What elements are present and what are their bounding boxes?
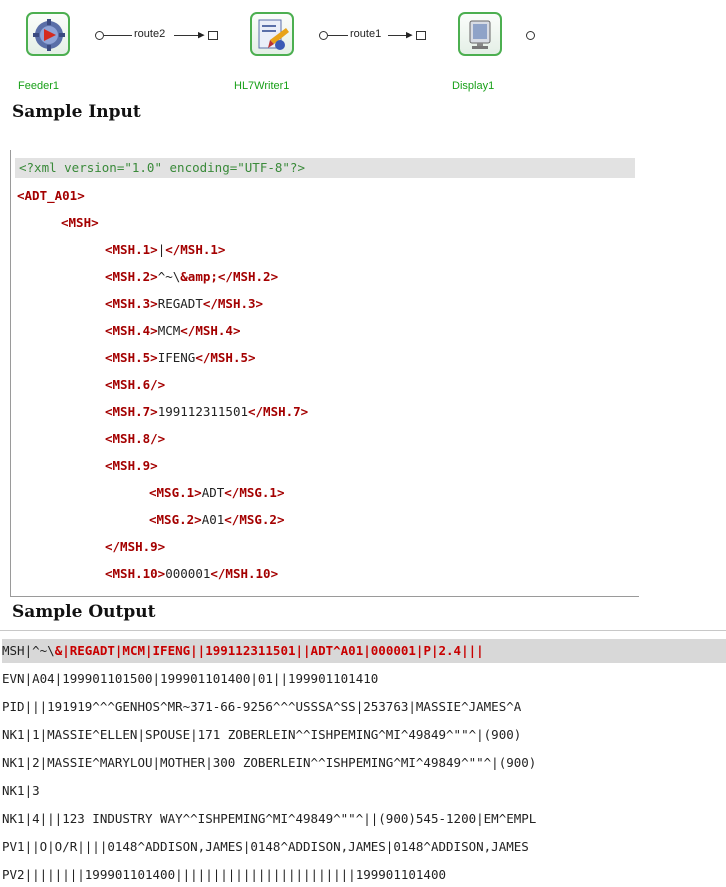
xml-tag: <MSH.2> (105, 269, 158, 284)
xml-tag: <MSH.8/> (105, 431, 166, 446)
input-port-icon[interactable] (208, 31, 218, 40)
xml-tag: </MSH.3> (202, 296, 264, 311)
xml-tag: <ADT_A01> (17, 188, 85, 203)
xml-tag: <MSH.6/> (105, 377, 166, 392)
route-label[interactable]: route1 (350, 28, 381, 40)
xml-text: REGADT (157, 296, 203, 311)
output-line: NK1|1|MASSIE^ELLEN|SPOUSE|171 ZOBERLEIN^… (2, 727, 522, 742)
output-segment: MSH|^~\ (2, 643, 55, 658)
xml-line: <MSH.1>|</MSH.1> (105, 240, 225, 260)
sample-input-heading: Sample Input (12, 102, 141, 122)
xml-tag: <MSH.3> (105, 296, 158, 311)
xml-tag: <MSH.9> (105, 458, 158, 473)
xml-tag: </MSH.4> (180, 323, 241, 338)
output-line: NK1|4|||123 INDUSTRY WAY^^ISHPEMING^MI^4… (2, 811, 537, 826)
output-highlight: &|REGADT|MCM|IFENG||199112311501||ADT^A0… (54, 643, 484, 658)
xml-text: IFENG (157, 350, 196, 365)
xml-line: <MSH> (61, 213, 99, 233)
xml-text: ADT (201, 485, 225, 500)
input-port-icon[interactable] (416, 31, 426, 40)
xml-text: 000001 (165, 566, 211, 581)
xml-input-panel[interactable]: <?xml version="1.0" encoding="UTF-8"?> <… (10, 150, 639, 597)
hl7-output-panel[interactable]: MSH|^~\&|REGADT|MCM|IFENG||199112311501|… (0, 630, 726, 887)
node-label: Feeder1 (18, 80, 59, 92)
xml-line: <MSH.9> (105, 456, 158, 476)
xml-tag: <MSG.1> (149, 485, 202, 500)
output-line: PV2||||||||199901101400|||||||||||||||||… (2, 867, 447, 882)
output-port-icon[interactable] (319, 31, 328, 40)
xml-tag: <MSH.4> (105, 323, 158, 338)
xml-tag: <MSH> (61, 215, 99, 230)
xml-text: ^~\ (157, 269, 181, 284)
xml-tag: <MSH.5> (105, 350, 158, 365)
xml-text: A01 (201, 512, 225, 527)
feeder-node[interactable] (26, 12, 70, 56)
monitor-icon (469, 20, 491, 49)
node-label: Display1 (452, 80, 495, 92)
xml-tag: </MSH.10> (210, 566, 279, 581)
xml-line: <MSG.2>A01</MSG.2> (149, 510, 284, 530)
output-line: NK1|3 (2, 783, 40, 798)
hl7writer-node[interactable] (250, 12, 294, 56)
gear-icon (33, 19, 65, 51)
document-writer-icon (258, 19, 289, 50)
xml-tag: </MSH.1> (165, 242, 226, 257)
xml-tag: <MSG.2> (149, 512, 202, 527)
display-node[interactable] (458, 12, 502, 56)
xml-line: <MSH.10>000001</MSH.10> (105, 564, 278, 584)
xml-tag: <MSH.7> (105, 404, 158, 419)
xml-tag: <MSH.1> (105, 242, 158, 257)
xml-tag: <MSH.10> (105, 566, 166, 581)
output-line: PV1||O|O/R||||0148^ADDISON,JAMES|0148^AD… (2, 839, 529, 854)
node-label: HL7Writer1 (234, 80, 290, 92)
output-port-icon[interactable] (526, 31, 535, 40)
xml-entity: &amp; (180, 269, 218, 284)
xml-tag: </MSH.7> (248, 404, 309, 419)
xml-line: <MSH.8/> (105, 429, 165, 449)
xml-line: <MSH.4>MCM</MSH.4> (105, 321, 240, 341)
route-label[interactable]: route2 (134, 28, 165, 40)
xml-tag: </MSG.2> (224, 512, 285, 527)
xml-line: <MSH.5>IFENG</MSH.5> (105, 348, 256, 368)
xml-line: <MSH.3>REGADT</MSH.3> (105, 294, 263, 314)
xml-text: 199112311501 (157, 404, 248, 419)
arrow-icon: ▶ (406, 28, 413, 41)
connector-line (104, 35, 132, 36)
sample-output-heading: Sample Output (12, 602, 156, 622)
output-line: PID|||191919^^^GENHOS^MR~371-66-9256^^^U… (2, 699, 522, 714)
xml-text: MCM (157, 323, 181, 338)
xml-line: </MSH.9> (105, 537, 165, 557)
output-line: NK1|2|MASSIE^MARYLOU|MOTHER|300 ZOBERLEI… (2, 755, 537, 770)
xml-line: <ADT_A01> (17, 186, 85, 206)
xml-line: <MSH.6/> (105, 375, 165, 395)
xml-tag: </MSH.5> (195, 350, 256, 365)
xml-tag: </MSH.9> (105, 539, 166, 554)
connector-line (388, 35, 408, 36)
output-port-icon[interactable] (95, 31, 104, 40)
connector-line (328, 35, 348, 36)
xml-tag: </MSG.1> (224, 485, 285, 500)
output-line: MSH|^~\&|REGADT|MCM|IFENG||199112311501|… (2, 639, 726, 663)
xml-line: <MSG.1>ADT</MSG.1> (149, 483, 284, 503)
xml-line: <MSH.7>199112311501</MSH.7> (105, 402, 308, 422)
arrow-icon: ▶ (198, 28, 205, 41)
xml-declaration: <?xml version="1.0" encoding="UTF-8"?> (15, 158, 635, 178)
output-line: EVN|A04|199901101500|199901101400|01||19… (2, 671, 379, 686)
xml-line: <MSH.2>^~\&amp;</MSH.2> (105, 267, 278, 287)
xml-tag: </MSH.2> (217, 269, 279, 284)
connector-line (174, 35, 200, 36)
